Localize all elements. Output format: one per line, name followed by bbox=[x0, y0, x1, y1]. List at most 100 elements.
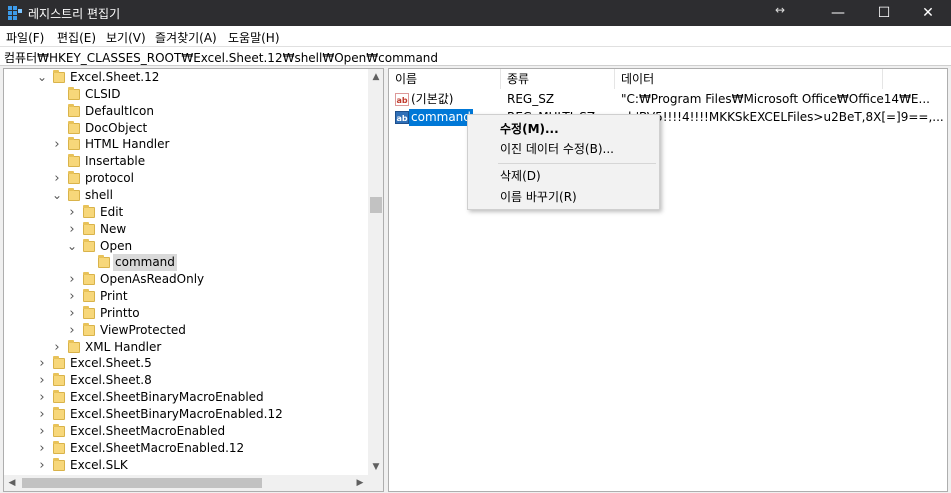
tree-horizontal-scroll-thumb[interactable] bbox=[22, 478, 262, 488]
folder-icon bbox=[83, 305, 95, 319]
folder-icon bbox=[68, 120, 80, 134]
tree-item-label: Excel.SheetBinaryMacroEnabled bbox=[70, 390, 264, 405]
tree-item[interactable]: › New bbox=[4, 221, 368, 238]
tree-item-label: Edit bbox=[100, 204, 124, 219]
chevron-right-icon[interactable]: › bbox=[37, 423, 47, 440]
menu-bar: 파일(F) 편집(E) 보기(V) 즐겨찾기(A) 도움말(H) bbox=[0, 26, 951, 46]
tree-item[interactable]: ⌄ Open bbox=[4, 238, 368, 255]
minimize-button[interactable]: — bbox=[815, 0, 861, 26]
tree-item[interactable]: › Printto bbox=[4, 305, 368, 322]
folder-icon bbox=[68, 339, 80, 353]
folder-icon bbox=[53, 356, 65, 370]
scroll-down-icon[interactable]: ▼ bbox=[368, 459, 383, 475]
multi-string-value-icon: ab bbox=[395, 111, 409, 124]
tree-item[interactable]: › Excel.SheetMacroEnabled bbox=[4, 423, 368, 440]
tree-item-label: Excel.Sheet.12 bbox=[70, 70, 160, 84]
chevron-right-icon[interactable]: › bbox=[67, 221, 77, 238]
chevron-right-icon[interactable]: › bbox=[67, 305, 77, 322]
tree-item-label: Excel.SLK bbox=[70, 457, 128, 472]
tree-item[interactable]: › HTML Handler bbox=[4, 136, 368, 153]
tree-item-label: Open bbox=[100, 238, 133, 253]
value-data: xb'BV5!!!!4!!!!MKKSkEXCELFiles>u2BeT,8X[… bbox=[621, 110, 944, 124]
address-bar[interactable]: 컴퓨터₩HKEY_CLASSES_ROOT₩Excel.Sheet.12₩she… bbox=[0, 46, 951, 66]
tree-item[interactable]: › OpenAsReadOnly bbox=[4, 271, 368, 288]
folder-icon bbox=[53, 423, 65, 437]
folder-icon bbox=[83, 289, 95, 303]
tree-item[interactable]: › Excel.SheetMacroEnabled.12 bbox=[4, 440, 368, 457]
column-header-data[interactable]: 데이터 bbox=[615, 69, 883, 89]
tree-item[interactable]: CLSID bbox=[4, 86, 368, 103]
maximize-button[interactable]: ☐ bbox=[861, 0, 907, 26]
tree-horizontal-scrollbar[interactable]: ◀ ▶ bbox=[4, 475, 368, 491]
chevron-down-icon[interactable]: ⌄ bbox=[52, 187, 62, 204]
tree-item[interactable]: › Excel.Sheet.5 bbox=[4, 355, 368, 372]
tree-pane[interactable]: ⌄ Excel.Sheet.12 CLSID DefaultIcon DocObject… bbox=[3, 68, 384, 492]
context-delete[interactable]: 삭제(D) bbox=[469, 166, 658, 186]
column-header-name[interactable]: 이름 bbox=[389, 69, 501, 89]
folder-icon bbox=[68, 103, 80, 117]
menu-view[interactable]: 보기(V) bbox=[106, 29, 146, 46]
value-data: "C:₩Program Files₩Microsoft Office₩Offic… bbox=[621, 92, 930, 106]
chevron-right-icon[interactable]: › bbox=[67, 288, 77, 305]
tree-item[interactable]: › Excel.Sheet.8 bbox=[4, 372, 368, 389]
folder-icon bbox=[68, 171, 80, 185]
scroll-left-icon[interactable]: ◀ bbox=[4, 475, 20, 491]
context-modify[interactable]: 수정(M)... bbox=[469, 119, 658, 139]
tree-item[interactable]: › Edit bbox=[4, 204, 368, 221]
chevron-right-icon[interactable]: › bbox=[37, 355, 47, 372]
tree-item[interactable]: DocObject bbox=[4, 120, 368, 137]
folder-icon bbox=[83, 322, 95, 336]
chevron-right-icon[interactable]: › bbox=[52, 339, 62, 356]
chevron-right-icon[interactable]: › bbox=[37, 372, 47, 389]
tree-item[interactable]: › Print bbox=[4, 288, 368, 305]
tree-vertical-scroll-thumb[interactable] bbox=[370, 197, 382, 213]
folder-icon bbox=[68, 187, 80, 201]
column-header-type[interactable]: 종류 bbox=[501, 69, 615, 89]
scrollbar-corner bbox=[368, 475, 383, 491]
folder-icon bbox=[68, 154, 80, 168]
context-rename[interactable]: 이름 바꾸기(R) bbox=[469, 187, 658, 207]
chevron-right-icon[interactable]: › bbox=[37, 389, 47, 406]
context-modify-binary[interactable]: 이진 데이터 수정(B)... bbox=[469, 139, 658, 159]
tree-item[interactable]: › Excel.SLK bbox=[4, 457, 368, 474]
tree-item[interactable]: Insertable bbox=[4, 153, 368, 170]
chevron-right-icon[interactable]: › bbox=[67, 322, 77, 339]
tree-item-label: HTML Handler bbox=[85, 137, 170, 152]
scroll-right-icon[interactable]: ▶ bbox=[352, 475, 368, 491]
tree-item[interactable]: › Excel.SheetBinaryMacroEnabled.12 bbox=[4, 406, 368, 423]
tree-item[interactable]: ⌄ Excel.Sheet.12 bbox=[4, 69, 368, 86]
chevron-down-icon[interactable]: ⌄ bbox=[37, 69, 47, 86]
close-button[interactable]: ✕ bbox=[905, 0, 951, 26]
tree-item[interactable]: › protocol bbox=[4, 170, 368, 187]
menu-edit[interactable]: 편집(E) bbox=[57, 29, 96, 46]
chevron-right-icon[interactable]: › bbox=[37, 440, 47, 457]
chevron-right-icon[interactable]: › bbox=[37, 406, 47, 423]
title-bar: 레지스트리 편집기 ↔ — ☐ ✕ bbox=[0, 0, 951, 26]
address-path[interactable]: 컴퓨터₩HKEY_CLASSES_ROOT₩Excel.Sheet.12₩she… bbox=[4, 49, 438, 66]
menu-help[interactable]: 도움말(H) bbox=[228, 29, 280, 46]
tree-vertical-scrollbar[interactable]: ▲ ▼ bbox=[368, 69, 383, 475]
menu-favorites[interactable]: 즐겨찾기(A) bbox=[155, 29, 217, 46]
menu-file[interactable]: 파일(F) bbox=[6, 29, 44, 46]
tree-item[interactable]: › Excel.SheetBinaryMacroEnabled bbox=[4, 389, 368, 406]
tree-item[interactable]: › XML Handler bbox=[4, 339, 368, 356]
chevron-right-icon[interactable]: › bbox=[67, 271, 77, 288]
chevron-right-icon[interactable]: › bbox=[67, 204, 77, 221]
value-row[interactable]: ab (기본값) REG_SZ "C:₩Program Files₩Micros… bbox=[389, 91, 947, 108]
folder-icon bbox=[68, 86, 80, 100]
tree-item[interactable]: command bbox=[4, 254, 368, 272]
tree-item[interactable]: ⌄ shell bbox=[4, 187, 368, 204]
scroll-up-icon[interactable]: ▲ bbox=[368, 69, 383, 85]
tree-item[interactable]: › ViewProtected bbox=[4, 322, 368, 339]
tree-item-label: Excel.SheetBinaryMacroEnabled.12 bbox=[70, 407, 283, 421]
chevron-right-icon[interactable]: › bbox=[52, 136, 62, 153]
chevron-right-icon[interactable]: › bbox=[52, 170, 62, 187]
tree-item[interactable]: DefaultIcon bbox=[4, 103, 368, 120]
chevron-right-icon[interactable]: › bbox=[37, 457, 47, 474]
tree-item-label: command bbox=[113, 254, 177, 272]
folder-icon bbox=[53, 407, 65, 420]
value-name: command bbox=[409, 109, 473, 126]
chevron-down-icon[interactable]: ⌄ bbox=[67, 238, 77, 255]
tree-item-label: protocol bbox=[85, 171, 134, 186]
folder-icon bbox=[53, 373, 65, 387]
